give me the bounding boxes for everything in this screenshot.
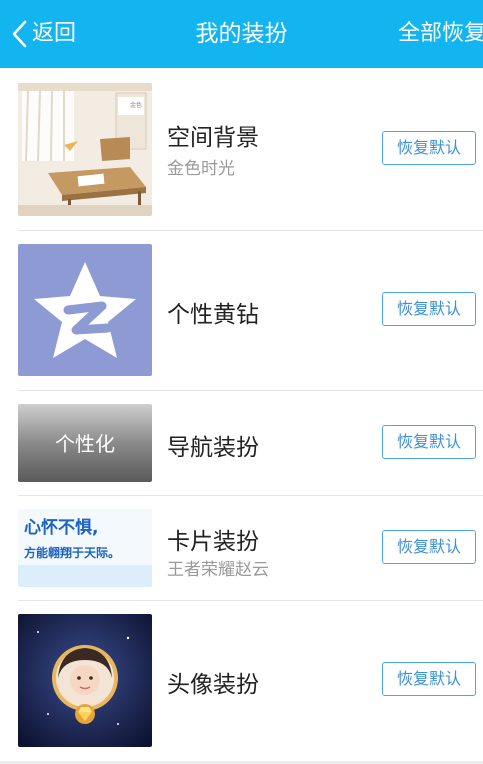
back-label: 返回 [32, 21, 77, 46]
list-item-nav-decoration[interactable]: 个性化 导航装扮 恢复默认 [0, 391, 483, 496]
gray-nav-thumbnail: 个性化 [18, 404, 152, 482]
restore-default-button[interactable]: 恢复默认 [382, 425, 476, 459]
thumb-text-line1: 心怀不惧, [24, 518, 98, 538]
svg-text:金色: 金色 [130, 101, 142, 109]
top-bar: 返回 我的装扮 全部恢复 [0, 0, 483, 68]
list-item-yellow-diamond[interactable]: 个性黄钻 恢复默认 [0, 231, 483, 391]
classroom-scene-thumbnail: 金色 [18, 83, 152, 216]
restore-default-button[interactable]: 恢复默认 [382, 131, 476, 165]
item-name: 导航装扮 [167, 435, 259, 461]
item-name: 空间背景 [167, 125, 259, 151]
back-button[interactable]: 返回 [10, 18, 76, 50]
list-item-space-background[interactable]: 金色 空间背景 金色时光 恢复默认 [0, 68, 483, 231]
list-item-avatar-decoration[interactable]: 头像装扮 恢复默认 [0, 601, 483, 761]
thumb-text: 个性化 [55, 432, 115, 456]
slogan-card-thumbnail: 心怀不惧, 方能翱翔于天际。 [18, 509, 152, 587]
qzone-star-thumbnail [18, 244, 152, 376]
item-subtitle: 金色时光 [167, 159, 235, 179]
restore-default-button[interactable]: 恢复默认 [382, 662, 476, 696]
chevron-left-icon [12, 20, 27, 48]
item-name: 个性黄钻 [167, 302, 259, 328]
restore-default-button[interactable]: 恢复默认 [382, 530, 476, 564]
avatar-frame-thumbnail [18, 614, 152, 747]
list-item-card-decoration[interactable]: 心怀不惧, 方能翱翔于天际。 卡片装扮 王者荣耀赵云 恢复默认 [0, 496, 483, 601]
item-name: 卡片装扮 [167, 529, 259, 555]
restore-all-button[interactable]: 全部恢复 [398, 0, 483, 68]
thumb-text-line2: 方能翱翔于天际。 [24, 545, 120, 560]
restore-default-button[interactable]: 恢复默认 [382, 292, 476, 326]
item-subtitle: 王者荣耀赵云 [167, 560, 269, 580]
item-name: 头像装扮 [167, 672, 259, 698]
